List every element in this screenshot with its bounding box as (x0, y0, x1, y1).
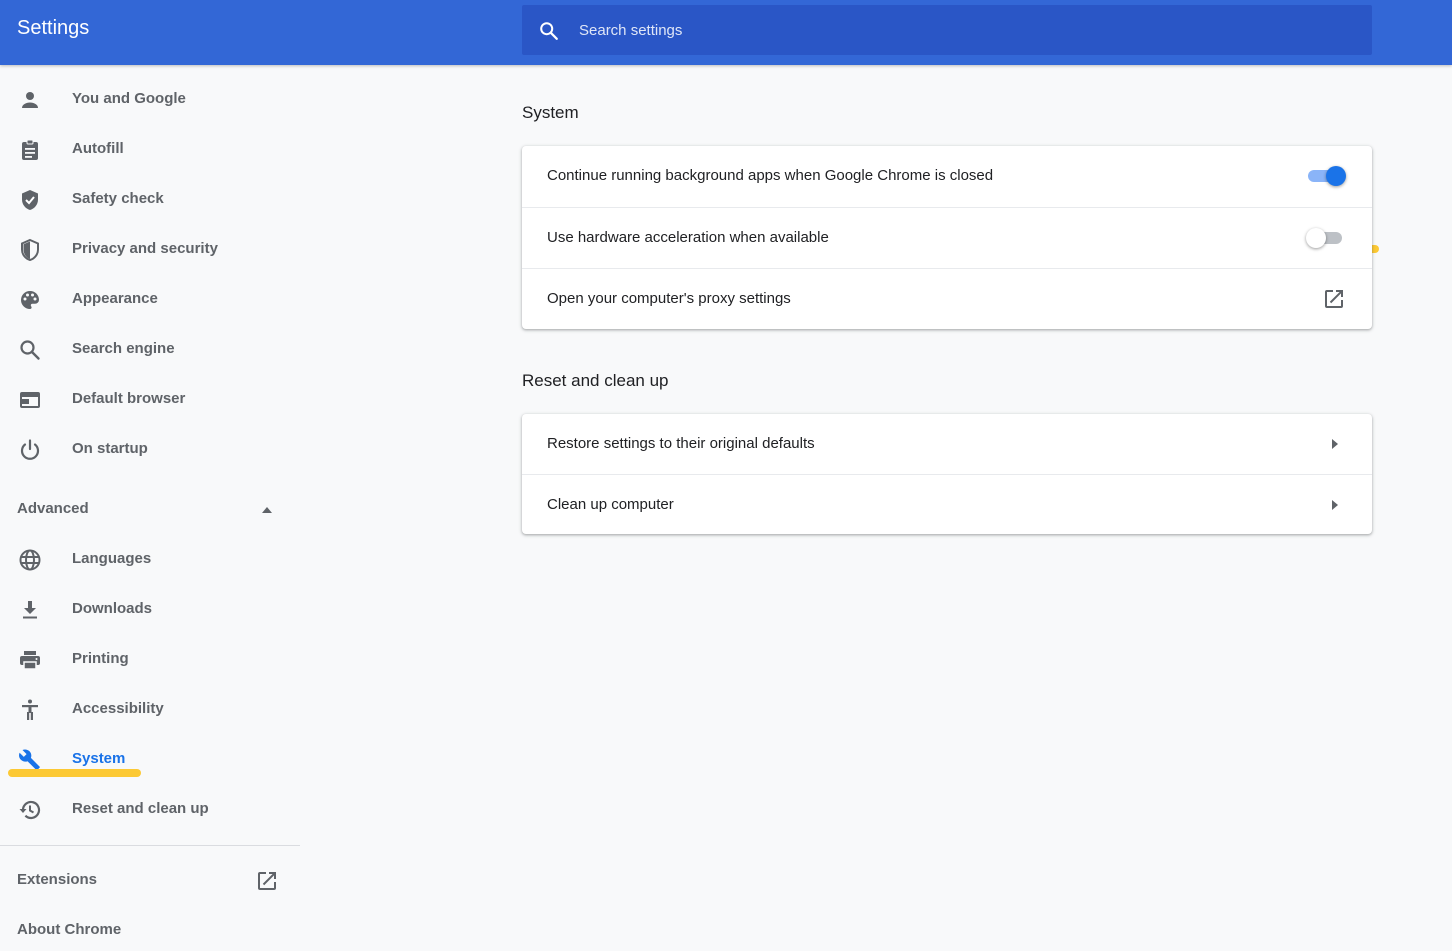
app-header: Settings (0, 0, 1452, 65)
about-label: About Chrome (17, 921, 122, 938)
sidebar-item-label: On startup (72, 440, 148, 457)
page-title: Settings (17, 17, 90, 39)
hardware-acceleration-label: Use hardware acceleration when available (547, 229, 829, 246)
accessibility-icon (22, 699, 38, 720)
sidebar-item-label: You and Google (72, 90, 186, 107)
power-icon (20, 439, 40, 460)
sidebar-item-label: Languages (72, 550, 152, 567)
sidebar-item-label: Default browser (72, 390, 186, 407)
proxy-settings-row[interactable]: Open your computer's proxy settings (522, 268, 1372, 329)
clean-up-computer-row[interactable]: Clean up computer (522, 474, 1372, 535)
sidebar-item-label: Privacy and security (72, 240, 218, 257)
sidebar-item-extensions[interactable]: Extensions (0, 856, 300, 906)
printer-icon (20, 651, 40, 670)
highlight-mark-system (8, 769, 141, 777)
globe-icon (19, 549, 41, 571)
download-icon (23, 601, 37, 619)
chevron-right-icon (1332, 500, 1338, 510)
sidebar-item-about[interactable]: About Chrome (0, 906, 300, 951)
sidebar-item-label: Safety check (72, 190, 164, 207)
sidebar-item-search-engine[interactable]: Search engine (0, 325, 300, 375)
browser-window-icon (20, 392, 40, 408)
sidebar-item-on-startup[interactable]: On startup (0, 425, 300, 475)
person-icon (22, 92, 38, 108)
search-icon (20, 340, 40, 360)
shield-icon (21, 238, 39, 262)
extensions-label: Extensions (17, 871, 98, 888)
sidebar-item-label: Appearance (72, 290, 158, 307)
system-card: Continue running background apps when Go… (522, 146, 1372, 329)
sidebar-item-label: Autofill (72, 140, 124, 157)
sidebar-divider (0, 845, 300, 846)
external-link-icon[interactable] (1322, 287, 1346, 311)
background-apps-label: Continue running background apps when Go… (547, 167, 994, 184)
caret-up-icon (262, 507, 272, 513)
toggle-knob (1306, 228, 1326, 248)
reset-card: Restore settings to their original defau… (522, 414, 1372, 534)
hardware-acceleration-row[interactable]: Use hardware acceleration when available (522, 207, 1372, 268)
section-title-reset: Reset and clean up (522, 371, 669, 390)
sidebar-item-downloads[interactable]: Downloads (0, 585, 300, 635)
proxy-settings-label: Open your computer's proxy settings (547, 290, 791, 307)
sidebar: You and Google Autofill Safety check Pri… (0, 65, 300, 951)
sidebar-item-reset[interactable]: Reset and clean up (0, 785, 300, 835)
sidebar-item-label: Downloads (72, 600, 153, 617)
sidebar-item-label: Accessibility (72, 700, 164, 717)
restore-defaults-row[interactable]: Restore settings to their original defau… (522, 414, 1372, 475)
sidebar-item-privacy[interactable]: Privacy and security (0, 225, 300, 275)
shield-check-icon (22, 190, 38, 210)
hardware-acceleration-toggle[interactable] (1306, 228, 1346, 248)
sidebar-item-default-browser[interactable]: Default browser (0, 375, 300, 425)
history-icon (19, 800, 41, 820)
sidebar-item-autofill[interactable]: Autofill (0, 125, 300, 175)
sidebar-item-you-and-google[interactable]: You and Google (0, 75, 300, 125)
background-apps-row[interactable]: Continue running background apps when Go… (522, 146, 1372, 207)
clean-up-computer-label: Clean up computer (547, 496, 674, 513)
advanced-toggle[interactable]: Advanced (0, 485, 300, 535)
sidebar-item-printing[interactable]: Printing (0, 635, 300, 685)
sidebar-item-languages[interactable]: Languages (0, 535, 300, 585)
sidebar-item-label: Reset and clean up (72, 800, 209, 817)
advanced-label: Advanced (17, 500, 89, 517)
background-apps-toggle[interactable] (1308, 166, 1346, 186)
sidebar-item-accessibility[interactable]: Accessibility (0, 685, 300, 735)
chevron-right-icon (1332, 439, 1338, 449)
search-icon[interactable] (538, 20, 560, 42)
sidebar-item-system[interactable]: System (0, 735, 300, 785)
sidebar-item-appearance[interactable]: Appearance (0, 275, 300, 325)
sidebar-item-safety-check[interactable]: Safety check (0, 175, 300, 225)
sidebar-item-label: System (72, 750, 126, 767)
restore-defaults-label: Restore settings to their original defau… (547, 435, 815, 452)
sidebar-item-label: Search engine (72, 340, 175, 357)
external-link-icon (258, 872, 276, 890)
section-title-system: System (522, 103, 579, 122)
clipboard-icon (22, 139, 38, 160)
toggle-knob (1326, 166, 1346, 186)
search-input[interactable] (579, 19, 1339, 41)
sidebar-item-label: Printing (72, 650, 129, 667)
palette-icon (21, 291, 39, 309)
